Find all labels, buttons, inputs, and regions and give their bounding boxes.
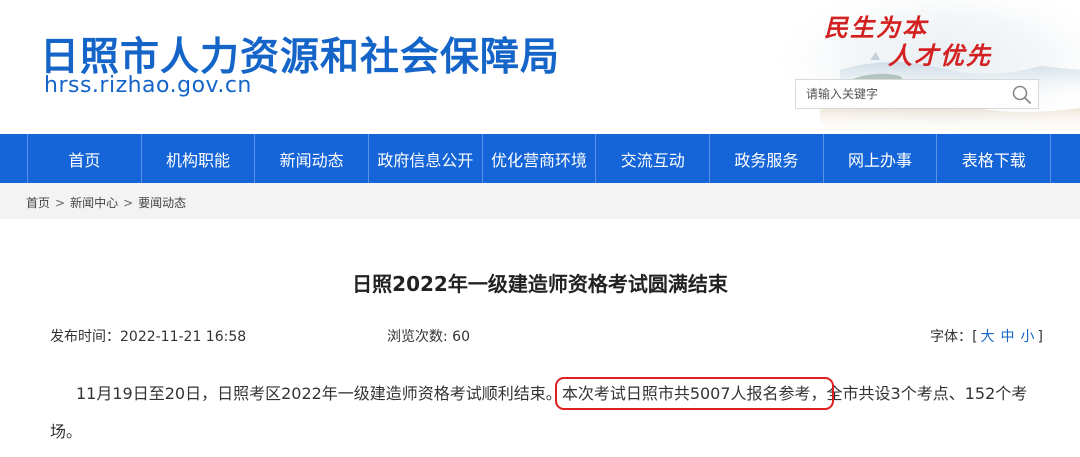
site-domain[interactable]: hrss.rizhao.gov.cn — [44, 73, 252, 98]
nav-item-organization[interactable]: 机构职能 — [142, 134, 256, 183]
slogan-line-2: 人才优先 — [888, 41, 992, 70]
search-icon[interactable] — [1010, 83, 1034, 107]
nav-item-forms-download[interactable]: 表格下载 — [937, 134, 1052, 183]
article-title: 日照2022年一级建造师资格考试圆满结束 — [352, 272, 728, 296]
nav-list: 首页 机构职能 新闻动态 政府信息公开 优化营商环境 交流互动 政务服务 网上办… — [27, 134, 1052, 183]
font-size-small[interactable]: 小 — [1021, 329, 1035, 345]
article-paragraph: 11月19日至20日，日照考区2022年一级建造师资格考试顺利结束。本次考试日照… — [50, 375, 1050, 451]
breadcrumb-home[interactable]: 首页 — [26, 196, 50, 210]
publish-date: 发布时间：2022-11-21 16:58 — [50, 326, 246, 346]
font-size-medium[interactable]: 中 — [1001, 329, 1015, 345]
nav-item-news[interactable]: 新闻动态 — [255, 134, 370, 183]
view-count-value: 60 — [452, 329, 470, 345]
view-count-label: 浏览次数: — [387, 329, 453, 345]
nav-item-business-env[interactable]: 优化营商环境 — [483, 134, 597, 183]
nav-item-gov-services[interactable]: 政务服务 — [710, 134, 824, 183]
font-size-large[interactable]: 大 — [981, 329, 995, 345]
font-size-label: 字体： — [930, 329, 973, 345]
paragraph-text-start: 11月19日至20日，日照考区2022年一级建造师资格考试顺利结束。 — [76, 384, 562, 403]
font-bracket-close: ] — [1037, 329, 1043, 345]
font-size-control: 字体：[大中小] — [930, 326, 1043, 346]
font-bracket-open: [ — [972, 329, 978, 345]
nav-item-home[interactable]: 首页 — [28, 134, 142, 183]
search-input[interactable] — [796, 80, 1006, 108]
site-header: 日照市人力资源和社会保障局 hrss.rizhao.gov.cn 民生为本 人才… — [0, 0, 1080, 134]
publish-date-label: 发布时间： — [50, 329, 120, 345]
highlighted-sentence: 本次考试日照市共5007人报名参考， — [554, 377, 834, 410]
main-nav: 首页 机构职能 新闻动态 政府信息公开 优化营商环境 交流互动 政务服务 网上办… — [0, 134, 1080, 183]
nav-item-gov-info[interactable]: 政府信息公开 — [369, 134, 483, 183]
nav-item-interaction[interactable]: 交流互动 — [596, 134, 711, 183]
breadcrumb: 首页 > 新闻中心 > 要闻动态 — [26, 194, 186, 211]
view-count: 浏览次数: 60 — [387, 326, 470, 346]
nav-item-online-services[interactable]: 网上办事 — [824, 134, 938, 183]
breadcrumb-news-center[interactable]: 新闻中心 — [70, 196, 118, 210]
breadcrumb-headline-news[interactable]: 要闻动态 — [138, 196, 186, 210]
breadcrumb-bar: 首页 > 新闻中心 > 要闻动态 — [0, 183, 1080, 219]
breadcrumb-separator: > — [55, 196, 66, 210]
publish-date-value: 2022-11-21 16:58 — [120, 329, 247, 345]
search-box — [795, 79, 1039, 109]
breadcrumb-separator: > — [123, 196, 134, 210]
